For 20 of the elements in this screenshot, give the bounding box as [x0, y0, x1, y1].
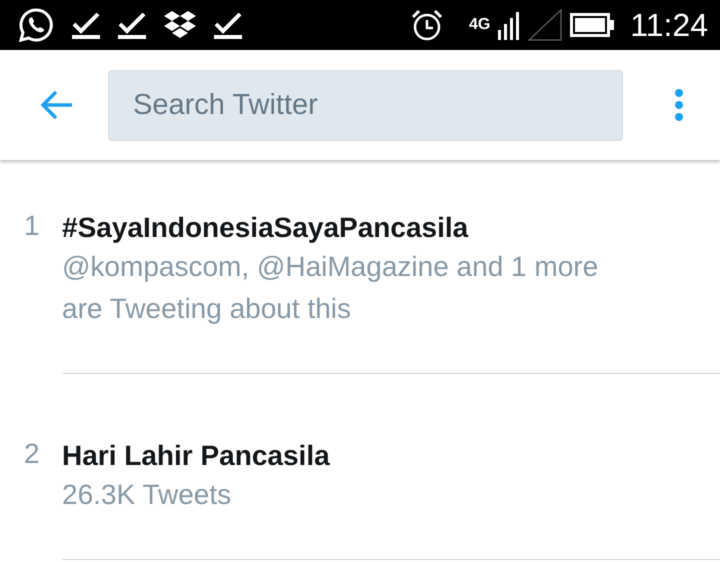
trend-name[interactable]: Hari Lahir Pancasila: [62, 438, 622, 474]
more-icon[interactable]: [674, 88, 684, 122]
clock-time: 11:24: [630, 6, 708, 44]
back-arrow-icon[interactable]: [40, 90, 74, 120]
signal-icon: [498, 10, 520, 40]
trend-rank: 2: [24, 438, 41, 471]
chat-icon: [18, 7, 54, 43]
search-field[interactable]: Search Twitter: [108, 70, 623, 140]
box-icon: [164, 10, 196, 40]
trend-context: @kompascom, @HaiMagazine and 1 more are Tweeting about this: [62, 250, 600, 326]
alarm-icon: [410, 9, 443, 41]
download-done-icon: [72, 10, 100, 40]
battery-icon: [570, 13, 614, 37]
download-done-icon: [214, 10, 242, 40]
download-done-icon: [118, 10, 146, 40]
trend-rank: 1: [24, 210, 41, 243]
network-type: 4G: [468, 16, 490, 34]
signal-icon: [528, 9, 562, 41]
trend-context: 26.3K Tweets: [62, 478, 232, 512]
trend-name[interactable]: #SayaIndonesiaSayaPancasila: [62, 210, 622, 246]
